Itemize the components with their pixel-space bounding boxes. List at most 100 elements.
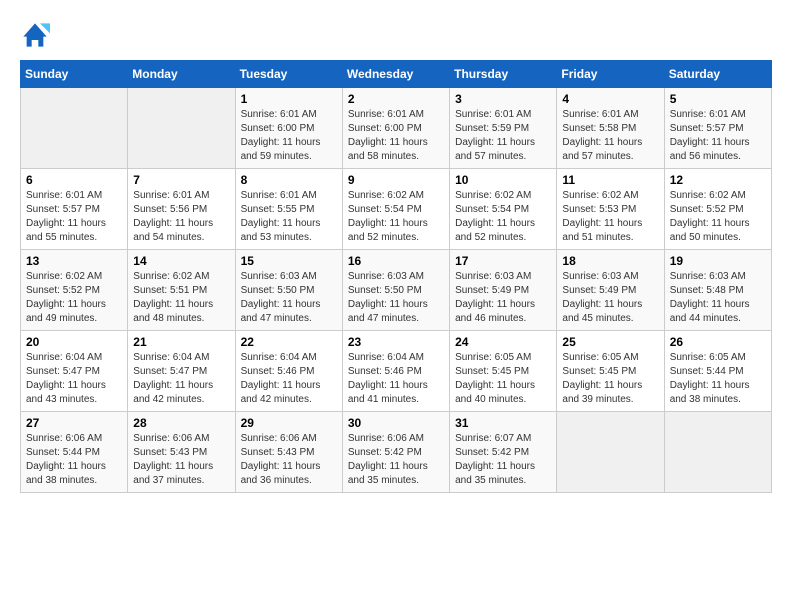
day-info: Sunrise: 6:05 AMSunset: 5:44 PMDaylight:…	[670, 351, 766, 407]
day-info: Sunrise: 6:02 AMSunset: 5:52 PMDaylight:…	[670, 189, 766, 245]
day-number: 30	[348, 416, 444, 430]
day-info: Sunrise: 6:02 AMSunset: 5:51 PMDaylight:…	[133, 270, 229, 326]
day-number: 8	[241, 173, 337, 187]
day-info: Sunrise: 6:07 AMSunset: 5:42 PMDaylight:…	[455, 432, 551, 488]
day-cell: 22 Sunrise: 6:04 AMSunset: 5:46 PMDayligh…	[235, 331, 342, 412]
logo-icon	[20, 20, 50, 50]
day-number: 22	[241, 335, 337, 349]
day-number: 19	[670, 254, 766, 268]
day-cell: 28 Sunrise: 6:06 AMSunset: 5:43 PMDayligh…	[128, 412, 235, 493]
day-number: 2	[348, 92, 444, 106]
day-info: Sunrise: 6:02 AMSunset: 5:52 PMDaylight:…	[26, 270, 122, 326]
day-cell: 2 Sunrise: 6:01 AMSunset: 6:00 PMDaylight…	[342, 88, 449, 169]
day-number: 18	[562, 254, 658, 268]
day-info: Sunrise: 6:01 AMSunset: 5:57 PMDaylight:…	[670, 108, 766, 164]
day-cell: 19 Sunrise: 6:03 AMSunset: 5:48 PMDayligh…	[664, 250, 771, 331]
day-number: 6	[26, 173, 122, 187]
week-row-1: 1Sunrise: 6:01 AMSunset: 6:00 PMDaylight…	[21, 88, 772, 169]
day-cell: 26 Sunrise: 6:05 AMSunset: 5:44 PMDayligh…	[664, 331, 771, 412]
day-number: 5	[670, 92, 766, 106]
day-number: 21	[133, 335, 229, 349]
calendar-table: SundayMondayTuesdayWednesdayThursdayFrid…	[20, 60, 772, 493]
logo	[20, 20, 56, 50]
day-info: Sunrise: 6:01 AMSunset: 5:56 PMDaylight:…	[133, 189, 229, 245]
day-cell: 9 Sunrise: 6:02 AMSunset: 5:54 PMDaylight…	[342, 169, 449, 250]
day-cell: 5 Sunrise: 6:01 AMSunset: 5:57 PMDaylight…	[664, 88, 771, 169]
day-number: 15	[241, 254, 337, 268]
day-cell	[128, 88, 235, 169]
day-info: Sunrise: 6:03 AMSunset: 5:50 PMDaylight:…	[348, 270, 444, 326]
day-cell: 6Sunrise: 6:01 AMSunset: 5:57 PMDaylight…	[21, 169, 128, 250]
day-info: Sunrise: 6:03 AMSunset: 5:50 PMDaylight:…	[241, 270, 337, 326]
day-info: Sunrise: 6:01 AMSunset: 5:55 PMDaylight:…	[241, 189, 337, 245]
day-info: Sunrise: 6:01 AMSunset: 6:00 PMDaylight:…	[348, 108, 444, 164]
day-info: Sunrise: 6:01 AMSunset: 5:58 PMDaylight:…	[562, 108, 658, 164]
header-tuesday: Tuesday	[235, 61, 342, 88]
week-row-5: 27Sunrise: 6:06 AMSunset: 5:44 PMDayligh…	[21, 412, 772, 493]
day-cell: 3 Sunrise: 6:01 AMSunset: 5:59 PMDaylight…	[450, 88, 557, 169]
day-cell: 29 Sunrise: 6:06 AMSunset: 5:43 PMDayligh…	[235, 412, 342, 493]
day-cell: 17 Sunrise: 6:03 AMSunset: 5:49 PMDayligh…	[450, 250, 557, 331]
day-info: Sunrise: 6:01 AMSunset: 5:59 PMDaylight:…	[455, 108, 551, 164]
header-monday: Monday	[128, 61, 235, 88]
day-cell	[664, 412, 771, 493]
day-number: 31	[455, 416, 551, 430]
header-friday: Friday	[557, 61, 664, 88]
day-info: Sunrise: 6:05 AMSunset: 5:45 PMDaylight:…	[562, 351, 658, 407]
day-number: 9	[348, 173, 444, 187]
week-row-3: 13 Sunrise: 6:02 AMSunset: 5:52 PMDayligh…	[21, 250, 772, 331]
day-cell: 16 Sunrise: 6:03 AMSunset: 5:50 PMDayligh…	[342, 250, 449, 331]
day-info: Sunrise: 6:02 AMSunset: 5:54 PMDaylight:…	[455, 189, 551, 245]
day-number: 23	[348, 335, 444, 349]
day-number: 20	[26, 335, 122, 349]
day-info: Sunrise: 6:04 AMSunset: 5:47 PMDaylight:…	[133, 351, 229, 407]
day-cell: 20 Sunrise: 6:04 AMSunset: 5:47 PMDayligh…	[21, 331, 128, 412]
day-info: Sunrise: 6:06 AMSunset: 5:43 PMDaylight:…	[133, 432, 229, 488]
day-cell: 24Sunrise: 6:05 AMSunset: 5:45 PMDayligh…	[450, 331, 557, 412]
day-number: 12	[670, 173, 766, 187]
day-number: 4	[562, 92, 658, 106]
day-number: 25	[562, 335, 658, 349]
day-number: 28	[133, 416, 229, 430]
day-number: 27	[26, 416, 122, 430]
day-cell: 18Sunrise: 6:03 AMSunset: 5:49 PMDayligh…	[557, 250, 664, 331]
day-cell	[21, 88, 128, 169]
day-info: Sunrise: 6:04 AMSunset: 5:46 PMDaylight:…	[241, 351, 337, 407]
day-number: 7	[133, 173, 229, 187]
day-cell: 25 Sunrise: 6:05 AMSunset: 5:45 PMDayligh…	[557, 331, 664, 412]
day-number: 17	[455, 254, 551, 268]
page-header	[20, 20, 772, 50]
day-info: Sunrise: 6:04 AMSunset: 5:47 PMDaylight:…	[26, 351, 122, 407]
day-info: Sunrise: 6:06 AMSunset: 5:43 PMDaylight:…	[241, 432, 337, 488]
day-info: Sunrise: 6:01 AMSunset: 6:00 PMDaylight:…	[241, 108, 337, 164]
week-row-2: 6Sunrise: 6:01 AMSunset: 5:57 PMDaylight…	[21, 169, 772, 250]
day-cell: 1Sunrise: 6:01 AMSunset: 6:00 PMDaylight…	[235, 88, 342, 169]
day-number: 26	[670, 335, 766, 349]
day-number: 14	[133, 254, 229, 268]
header-thursday: Thursday	[450, 61, 557, 88]
day-cell: 13 Sunrise: 6:02 AMSunset: 5:52 PMDayligh…	[21, 250, 128, 331]
day-cell: 12 Sunrise: 6:02 AMSunset: 5:52 PMDayligh…	[664, 169, 771, 250]
day-number: 29	[241, 416, 337, 430]
day-cell: 15 Sunrise: 6:03 AMSunset: 5:50 PMDayligh…	[235, 250, 342, 331]
day-cell: 23Sunrise: 6:04 AMSunset: 5:46 PMDayligh…	[342, 331, 449, 412]
day-number: 16	[348, 254, 444, 268]
header-saturday: Saturday	[664, 61, 771, 88]
day-cell: 31 Sunrise: 6:07 AMSunset: 5:42 PMDayligh…	[450, 412, 557, 493]
day-cell: 7 Sunrise: 6:01 AMSunset: 5:56 PMDaylight…	[128, 169, 235, 250]
day-number: 24	[455, 335, 551, 349]
day-number: 3	[455, 92, 551, 106]
day-cell: 30Sunrise: 6:06 AMSunset: 5:42 PMDayligh…	[342, 412, 449, 493]
day-number: 13	[26, 254, 122, 268]
calendar-header-row: SundayMondayTuesdayWednesdayThursdayFrid…	[21, 61, 772, 88]
day-info: Sunrise: 6:03 AMSunset: 5:48 PMDaylight:…	[670, 270, 766, 326]
day-info: Sunrise: 6:02 AMSunset: 5:54 PMDaylight:…	[348, 189, 444, 245]
header-wednesday: Wednesday	[342, 61, 449, 88]
day-cell: 10Sunrise: 6:02 AMSunset: 5:54 PMDayligh…	[450, 169, 557, 250]
day-info: Sunrise: 6:02 AMSunset: 5:53 PMDaylight:…	[562, 189, 658, 245]
day-cell: 11Sunrise: 6:02 AMSunset: 5:53 PMDayligh…	[557, 169, 664, 250]
day-info: Sunrise: 6:03 AMSunset: 5:49 PMDaylight:…	[455, 270, 551, 326]
day-cell: 4 Sunrise: 6:01 AMSunset: 5:58 PMDaylight…	[557, 88, 664, 169]
day-cell: 8 Sunrise: 6:01 AMSunset: 5:55 PMDaylight…	[235, 169, 342, 250]
day-cell	[557, 412, 664, 493]
